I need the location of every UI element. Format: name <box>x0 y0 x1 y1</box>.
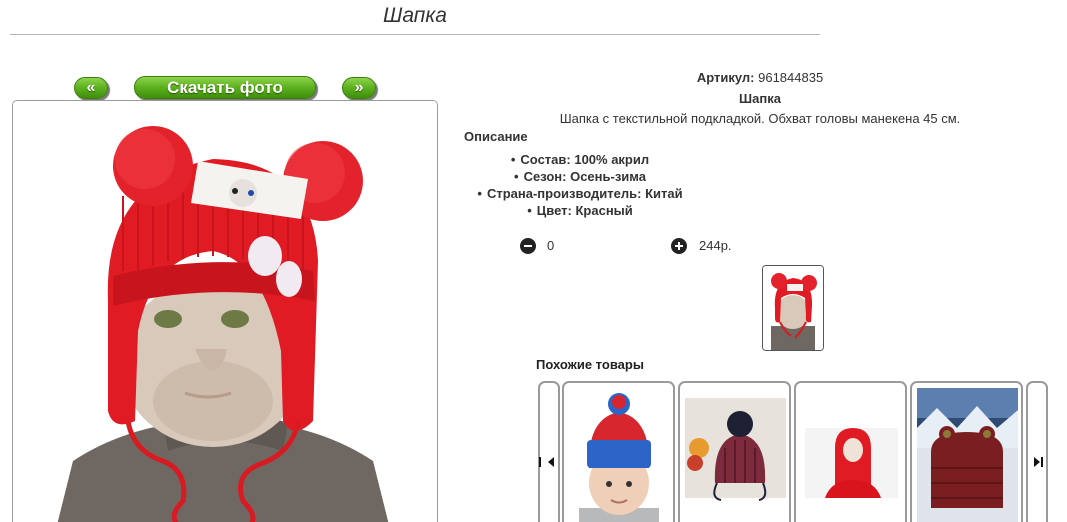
product-name: Шапка <box>739 91 781 106</box>
minus-icon[interactable] <box>520 238 536 254</box>
plus-icon[interactable] <box>671 238 687 254</box>
attribute-country: Страна-производитель: Китай <box>450 185 710 202</box>
similar-item-3[interactable] <box>794 381 907 522</box>
carousel-next-button[interactable] <box>1026 381 1048 522</box>
attribute-color: Цвет: Красный <box>450 202 710 219</box>
title-divider <box>10 34 820 35</box>
skip-back-icon <box>539 457 554 467</box>
similar-heading: Похожие товары <box>536 357 644 372</box>
similar-item-image <box>917 388 1018 522</box>
similar-item-image <box>569 388 670 522</box>
sku-line: Артикул: 961844835 <box>450 70 1067 85</box>
quantity-stepper: 0 244р. <box>520 236 760 256</box>
download-photo-button[interactable]: Скачать фото <box>134 76 316 99</box>
product-photo-image <box>13 101 437 522</box>
similar-item-4[interactable] <box>910 381 1023 522</box>
similar-item-1[interactable] <box>562 381 675 522</box>
similar-item-image <box>801 388 902 522</box>
main-product-photo[interactable] <box>12 100 438 522</box>
prev-photo-button[interactable]: « <box>74 77 108 99</box>
attribute-season: Сезон: Осень-зима <box>450 168 710 185</box>
carousel-prev-button[interactable] <box>538 381 560 522</box>
page-title: Шапка <box>383 4 447 27</box>
price-value: 244р. <box>699 238 732 253</box>
product-description: Шапка с текстильной подкладкой. Обхват г… <box>559 111 961 126</box>
similar-item-image <box>685 388 786 522</box>
thumbnail-image <box>763 266 823 350</box>
attribute-composition: Состав: 100% акрил <box>450 151 710 168</box>
sku-label: Артикул: <box>696 70 755 85</box>
sku-value: 961844835 <box>758 70 824 85</box>
description-heading: Описание <box>464 129 528 144</box>
next-photo-button[interactable]: » <box>342 77 376 99</box>
skip-forward-icon <box>1034 457 1043 467</box>
quantity-value: 0 <box>547 238 555 253</box>
product-thumbnail[interactable] <box>762 265 824 351</box>
similar-item-2[interactable] <box>678 381 791 522</box>
